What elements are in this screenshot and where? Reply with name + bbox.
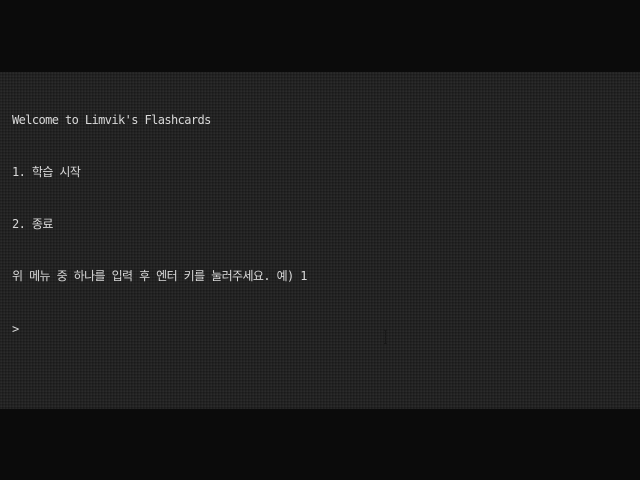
i-beam-cursor-icon — [384, 329, 387, 345]
terminal-output: Welcome to Limvik's Flashcards 1. 학습 시작 … — [12, 77, 308, 373]
menu-item-start-study: 1. 학습 시작 — [12, 165, 81, 180]
menu-instruction: 위 메뉴 중 하나를 입력 후 엔터 키를 눌러주세요. 예) 1 — [12, 269, 308, 284]
menu-item-exit: 2. 종료 — [12, 217, 53, 232]
screen-frame: Welcome to Limvik's Flashcards 1. 학습 시작 … — [0, 0, 640, 480]
welcome-message: Welcome to Limvik's Flashcards — [12, 112, 211, 127]
input-prompt[interactable]: > — [12, 321, 307, 338]
prompt-symbol: > — [12, 321, 19, 336]
terminal-window[interactable]: Welcome to Limvik's Flashcards 1. 학습 시작 … — [0, 72, 640, 409]
